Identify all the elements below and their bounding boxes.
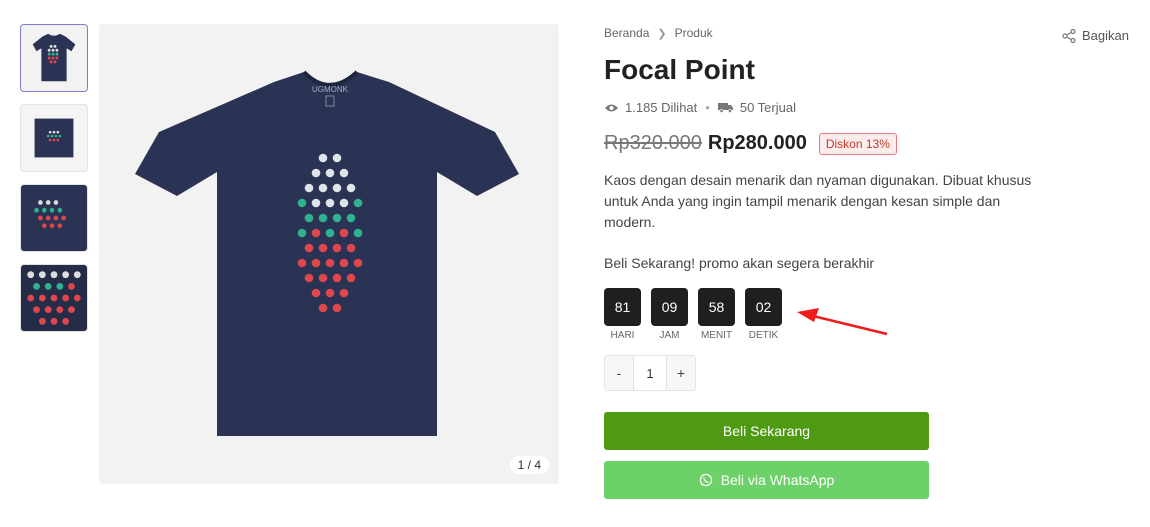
folded-shirt-thumbnail-image bbox=[21, 105, 87, 171]
print-dot bbox=[339, 168, 349, 178]
print-dot bbox=[353, 228, 363, 238]
countdown-seconds-value: 02 bbox=[745, 288, 782, 326]
sold-count: 50 Terjual bbox=[739, 100, 796, 115]
separator-dot: • bbox=[705, 100, 710, 115]
print-dot bbox=[346, 183, 356, 193]
print-dot bbox=[332, 213, 342, 223]
print-dot bbox=[332, 303, 342, 313]
quantity-stepper: - 1 + bbox=[604, 355, 696, 391]
annotation-arrow-icon bbox=[797, 308, 888, 336]
print-dot bbox=[297, 198, 307, 208]
product-title: Focal Point bbox=[604, 54, 755, 85]
print-dot bbox=[318, 303, 328, 313]
views-count: 1.185 Dilihat bbox=[625, 100, 698, 115]
print-dot bbox=[346, 273, 356, 283]
buy-now-label: Beli Sekarang bbox=[722, 423, 811, 439]
countdown-days: 81 HARI bbox=[604, 288, 641, 341]
countdown-days-value: 81 bbox=[604, 288, 641, 326]
main-product-image[interactable]: UGMONK 1 / 4 bbox=[99, 24, 559, 484]
print-dot bbox=[325, 168, 335, 178]
detail-thumbnail-image bbox=[21, 265, 87, 331]
print-dot bbox=[304, 213, 314, 223]
print-dot bbox=[318, 273, 328, 283]
breadcrumb-home[interactable]: Beranda bbox=[604, 26, 649, 40]
thumbnail-list bbox=[20, 24, 88, 344]
buy-now-button[interactable]: Beli Sekarang bbox=[604, 412, 929, 450]
buy-whatsapp-label: Beli via WhatsApp bbox=[720, 472, 835, 488]
countdown-minutes: 58 MENIT bbox=[698, 288, 735, 341]
quantity-plus-button[interactable]: + bbox=[667, 356, 695, 390]
print-dot bbox=[339, 258, 349, 268]
print-dot bbox=[304, 273, 314, 283]
countdown-seconds-label: DETIK bbox=[748, 330, 779, 341]
print-dot bbox=[318, 153, 328, 163]
chevron-right-icon: ❯ bbox=[657, 27, 667, 40]
print-dot bbox=[297, 228, 307, 238]
current-price: Rp280.000 bbox=[707, 132, 807, 154]
print-dot bbox=[311, 228, 321, 238]
print-dot bbox=[332, 153, 342, 163]
breadcrumb-product[interactable]: Produk bbox=[675, 26, 713, 40]
print-dot bbox=[318, 243, 328, 253]
thumbnail-2[interactable] bbox=[20, 104, 88, 172]
breadcrumb: Beranda ❯ Produk bbox=[604, 26, 713, 40]
print-dot bbox=[304, 243, 314, 253]
print-dot bbox=[304, 183, 314, 193]
print-dot bbox=[311, 168, 321, 178]
truck-icon bbox=[717, 103, 733, 113]
countdown-days-label: HARI bbox=[610, 330, 635, 341]
print-dot bbox=[332, 183, 342, 193]
price-row: Rp320.000 Rp280.000 Diskon 13% bbox=[604, 132, 897, 155]
countdown-minutes-label: MENIT bbox=[700, 330, 733, 341]
print-dot bbox=[332, 273, 342, 283]
quantity-minus-button[interactable]: - bbox=[605, 356, 633, 390]
print-dot bbox=[325, 198, 335, 208]
print-dot bbox=[311, 288, 321, 298]
share-button[interactable]: Bagikan bbox=[1062, 28, 1129, 43]
tshirt-image: UGMONK bbox=[99, 24, 559, 484]
brand-label: UGMONK bbox=[312, 85, 349, 94]
buy-whatsapp-button[interactable]: Beli via WhatsApp bbox=[604, 461, 929, 499]
print-dot bbox=[311, 198, 321, 208]
print-dot bbox=[325, 228, 335, 238]
print-dot bbox=[318, 213, 328, 223]
print-dot bbox=[346, 213, 356, 223]
countdown-hours: 09 JAM bbox=[651, 288, 688, 341]
print-dot bbox=[339, 228, 349, 238]
promo-text: Beli Sekarang! promo akan segera berakhi… bbox=[604, 255, 875, 271]
thumbnail-1[interactable] bbox=[20, 24, 88, 92]
countdown-minutes-value: 58 bbox=[698, 288, 735, 326]
print-dot bbox=[353, 198, 363, 208]
print-dot bbox=[325, 258, 335, 268]
thumbnail-4[interactable] bbox=[20, 264, 88, 332]
product-description: Kaos dengan desain menarik dan nyaman di… bbox=[604, 172, 1032, 230]
print-dot bbox=[339, 198, 349, 208]
print-dot bbox=[297, 258, 307, 268]
print-dot bbox=[339, 288, 349, 298]
share-icon bbox=[1062, 28, 1076, 43]
quantity-input[interactable]: 1 bbox=[633, 356, 667, 390]
print-dot bbox=[346, 243, 356, 253]
eye-icon bbox=[605, 104, 618, 111]
shirt-thumbnail-image bbox=[21, 25, 87, 91]
countdown-seconds: 02 DETIK bbox=[745, 288, 782, 341]
countdown-timer: 81 HARI 09 JAM 58 MENIT 02 DETIK bbox=[604, 288, 782, 341]
discount-badge: Diskon 13% bbox=[818, 132, 897, 155]
countdown-hours-value: 09 bbox=[651, 288, 688, 326]
product-stats: 1.185 Dilihat • 50 Terjual bbox=[604, 100, 796, 115]
print-dot bbox=[318, 183, 328, 193]
countdown-hours-label: JAM bbox=[659, 330, 680, 341]
image-counter: 1 / 4 bbox=[509, 456, 549, 474]
print-dot bbox=[332, 243, 342, 253]
closeup-thumbnail-image bbox=[21, 185, 87, 251]
thumbnail-3[interactable] bbox=[20, 184, 88, 252]
print-dot bbox=[325, 288, 335, 298]
print-dot bbox=[311, 258, 321, 268]
share-label: Bagikan bbox=[1082, 28, 1129, 43]
print-dot bbox=[353, 258, 363, 268]
whatsapp-icon bbox=[699, 473, 712, 487]
old-price: Rp320.000 bbox=[604, 132, 702, 154]
